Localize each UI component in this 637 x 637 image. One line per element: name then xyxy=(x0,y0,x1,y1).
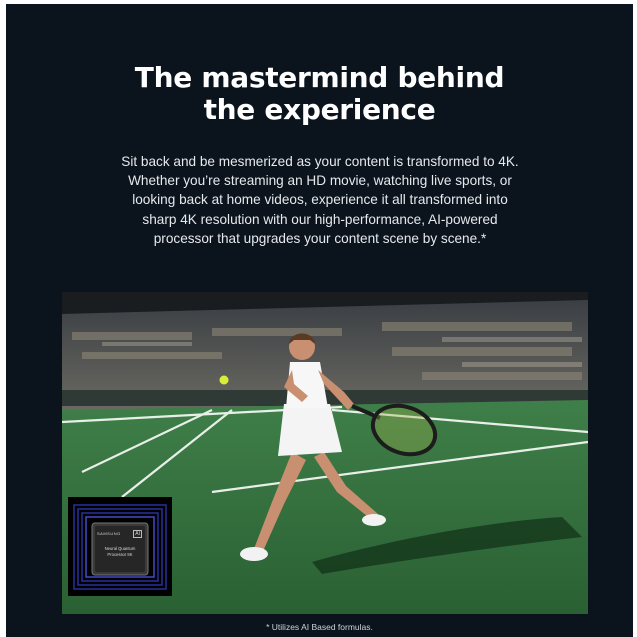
promo-panel: The mastermind behind the experience Sit… xyxy=(6,4,633,637)
chip-labels: SAMSUNG AI Neural Quantum Processor 8K xyxy=(95,528,145,570)
chip-name-line-1: Neural Quantum xyxy=(104,546,136,551)
footnote: * Utilizes AI Based formulas. xyxy=(266,622,373,632)
chip-brand: SAMSUNG xyxy=(97,531,121,536)
description-text: Sit back and be mesmerized as your conte… xyxy=(121,154,519,246)
chip-name-line-2: Processor 8K xyxy=(107,552,133,557)
processor-chip-graphic: SAMSUNG AI Neural Quantum Processor 8K xyxy=(68,497,172,596)
headline-line-2: the experience xyxy=(203,93,436,126)
headline-line-1: The mastermind behind xyxy=(134,61,505,94)
chip-ai-badge: AI xyxy=(133,530,142,538)
headline: The mastermind behind the experience xyxy=(6,62,633,126)
